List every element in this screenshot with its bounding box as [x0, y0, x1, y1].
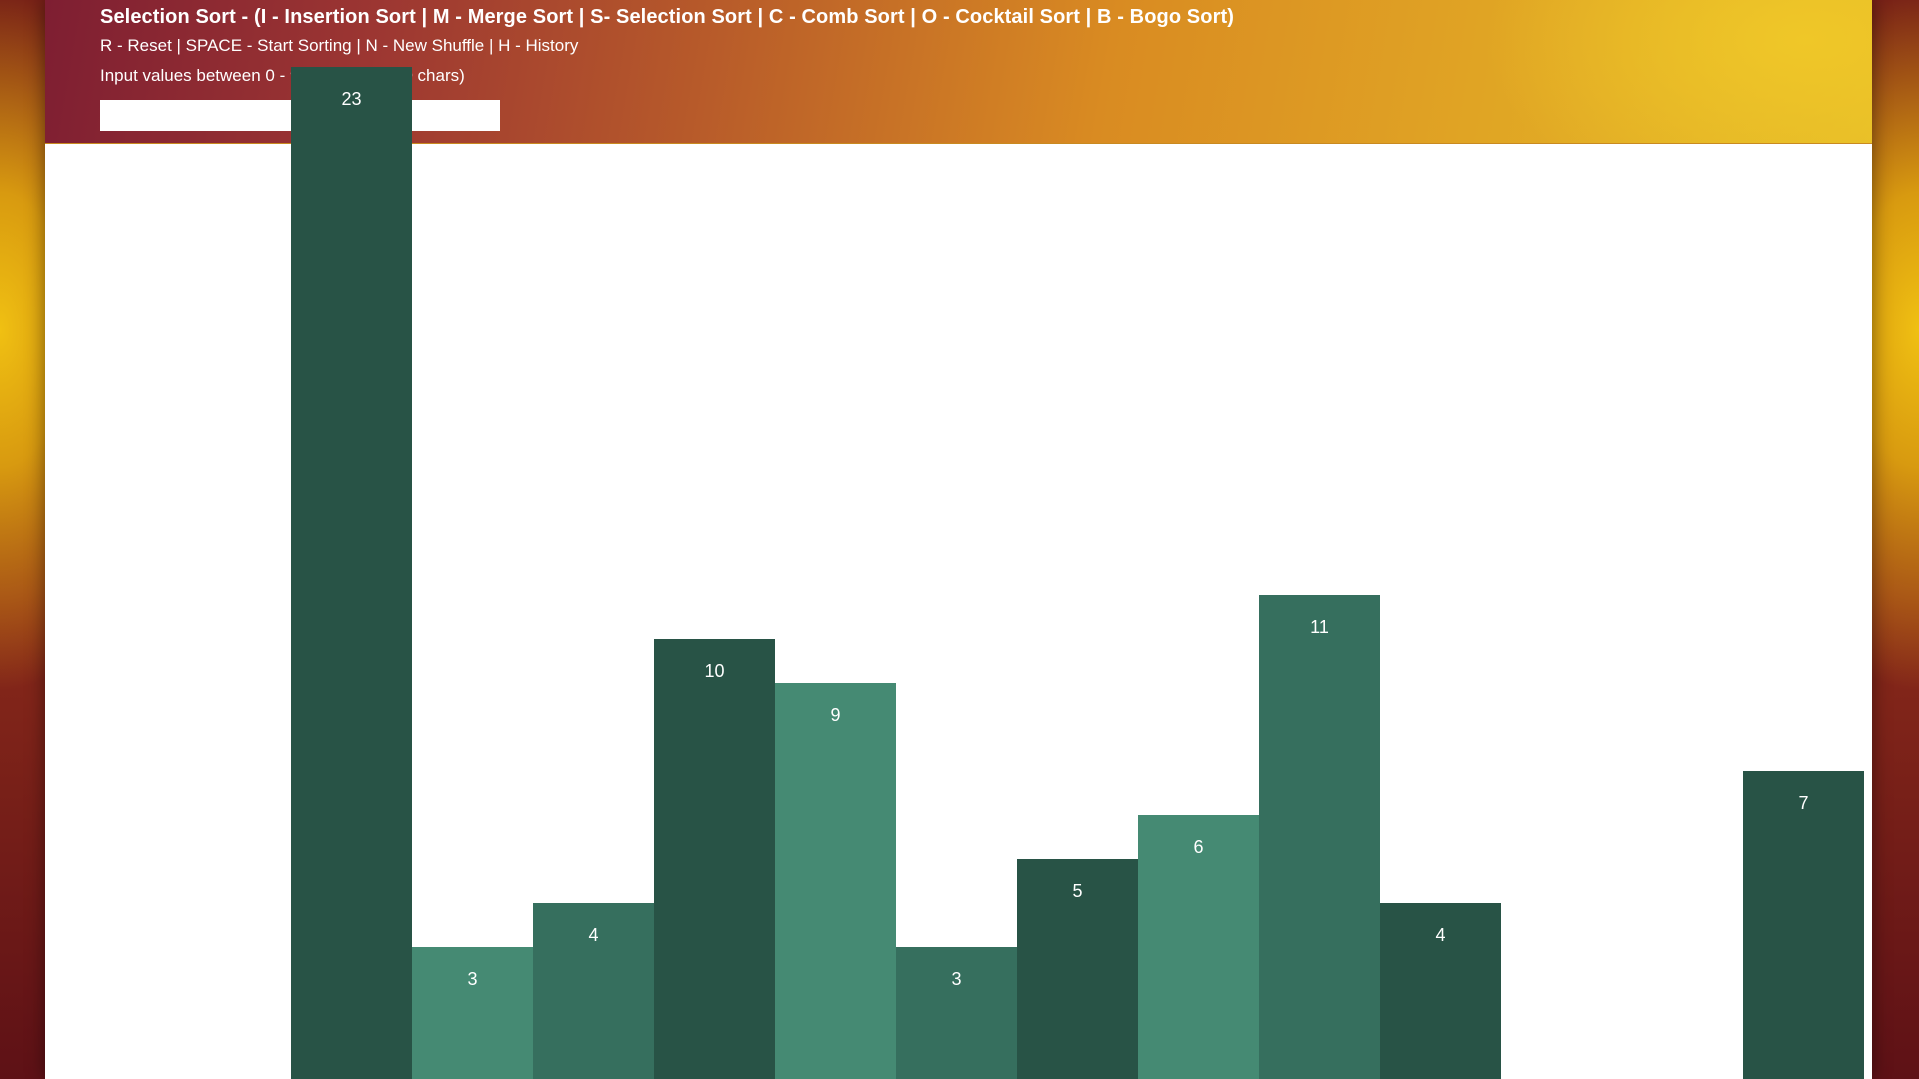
page-title: Selection Sort - (I - Insertion Sort | M…	[100, 6, 1234, 28]
header: Selection Sort - (I - Insertion Sort | M…	[45, 0, 1872, 144]
bar-chart: 23 3 4 10 9 3 5 6 11 4 7	[45, 0, 1872, 1079]
bar-value-label: 4	[588, 925, 599, 945]
bar-3: 3	[412, 947, 533, 1079]
bar-9: 6	[1138, 815, 1259, 1079]
bar-value-label: 11	[1310, 617, 1329, 637]
controls-hint: R - Reset | SPACE - Start Sorting | N - …	[100, 36, 579, 55]
bar-5: 10	[654, 639, 775, 1079]
bar-10: 11	[1259, 595, 1380, 1079]
input-hint: Input values between 0 - 900 (max of 100…	[100, 66, 465, 85]
bar-7: 3	[896, 947, 1017, 1079]
app-window: Selection Sort - (I - Insertion Sort | M…	[45, 0, 1872, 1079]
bar-14: 7	[1743, 771, 1864, 1079]
bar-8: 5	[1017, 859, 1138, 1079]
bar-value-label: 6	[1193, 837, 1204, 857]
bar-value-label: 4	[1435, 925, 1446, 945]
bar-value-label: 5	[1072, 881, 1083, 901]
bar-value-label: 3	[467, 969, 478, 989]
bar-value-label: 10	[704, 661, 725, 681]
bar-value-label: 7	[1798, 793, 1809, 813]
bar-value-label: 9	[830, 705, 841, 725]
bar-4: 4	[533, 903, 654, 1079]
bar-6: 9	[775, 683, 896, 1079]
values-input[interactable]	[100, 100, 500, 131]
bar-2: 23	[291, 67, 412, 1079]
bar-value-label: 3	[951, 969, 962, 989]
bar-11: 4	[1380, 903, 1501, 1079]
